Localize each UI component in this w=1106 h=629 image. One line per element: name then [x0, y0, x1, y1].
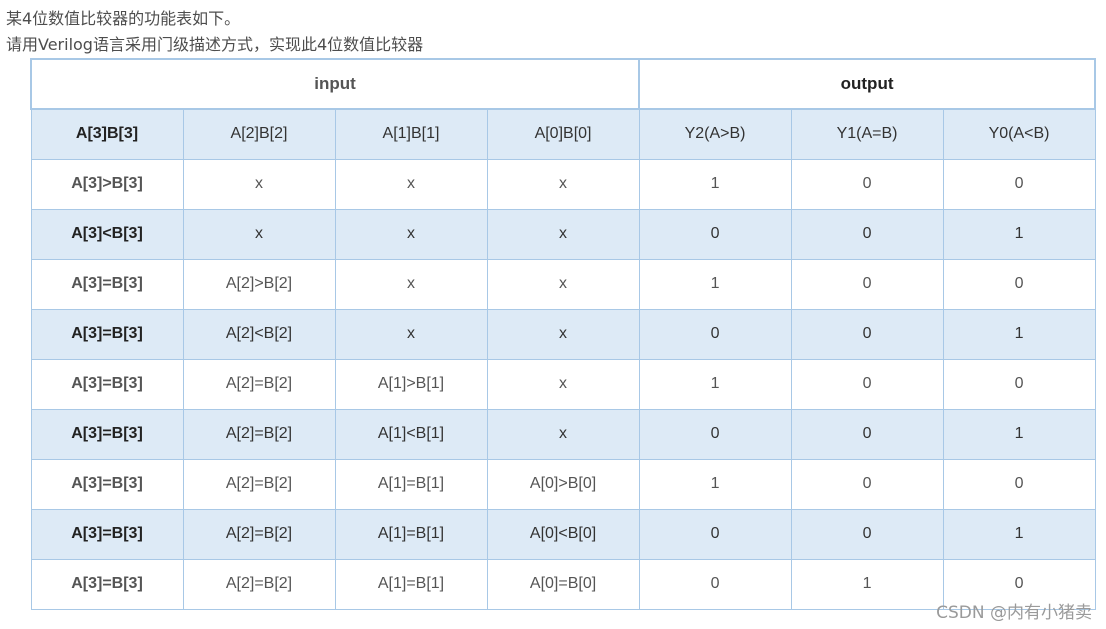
table-cell: x	[334, 308, 488, 360]
table-cell: A[2]=B[2]	[182, 558, 336, 610]
table-cell: A[1]<B[1]	[334, 408, 488, 460]
column-header: A[1]B[1]	[334, 108, 488, 160]
table-cell: A[2]=B[2]	[182, 408, 336, 460]
intro-line-2: 请用Verilog语言采用门级描述方式，实现此4位数值比较器	[6, 35, 424, 54]
table-cell: A[3]=B[3]	[30, 558, 184, 610]
table-cell: A[3]=B[3]	[30, 308, 184, 360]
table-cell: 0	[942, 458, 1096, 510]
table-cell: 0	[942, 258, 1096, 310]
table-cell: 1	[638, 158, 792, 210]
table-cell: x	[486, 208, 640, 260]
column-header: Y0(A<B)	[942, 108, 1096, 160]
table-cell: 0	[790, 208, 944, 260]
table-cell: A[2]=B[2]	[182, 458, 336, 510]
table-cell: 1	[638, 358, 792, 410]
table-cell: A[2]=B[2]	[182, 358, 336, 410]
column-header: Y1(A=B)	[790, 108, 944, 160]
table-cell: 0	[790, 458, 944, 510]
table-row: A[3]=B[3] A[2]=B[2] A[1]>B[1] x 1 0 0	[30, 358, 1096, 410]
table-cell: 0	[638, 558, 792, 610]
table-row: A[3]=B[3] A[2]=B[2] A[1]=B[1] A[0]<B[0] 0 0 1	[30, 508, 1096, 560]
table-cell: A[0]<B[0]	[486, 508, 640, 560]
table-cell: A[2]<B[2]	[182, 308, 336, 360]
column-header-row: A[3]B[3] A[2]B[2] A[1]B[1] A[0]B[0] Y2(A…	[30, 108, 1096, 160]
table-cell: 1	[942, 508, 1096, 560]
intro-text: 某4位数值比较器的功能表如下。 请用Verilog语言采用门级描述方式，实现此4…	[6, 6, 423, 58]
table-row: A[3]>B[3] x x x 1 0 0	[30, 158, 1096, 210]
table-cell: x	[334, 208, 488, 260]
table-row: A[3]=B[3] A[2]=B[2] A[1]<B[1] x 0 0 1	[30, 408, 1096, 460]
table-cell: A[3]=B[3]	[30, 408, 184, 460]
table-cell: A[1]=B[1]	[334, 458, 488, 510]
table-cell: A[3]=B[3]	[30, 508, 184, 560]
table-row: A[3]=B[3] A[2]>B[2] x x 1 0 0	[30, 258, 1096, 310]
table-cell: 0	[790, 158, 944, 210]
table-cell: 0	[638, 208, 792, 260]
table-cell: 1	[942, 308, 1096, 360]
table-cell: 0	[942, 158, 1096, 210]
table-cell: A[1]=B[1]	[334, 558, 488, 610]
table-cell: 0	[790, 358, 944, 410]
table-cell: 0	[942, 358, 1096, 410]
table-cell: x	[334, 258, 488, 310]
table-cell: 0	[638, 408, 792, 460]
table-row: A[3]=B[3] A[2]=B[2] A[1]=B[1] A[0]>B[0] 1 0 0	[30, 458, 1096, 510]
table-cell: 1	[638, 258, 792, 310]
table-cell: A[3]=B[3]	[30, 258, 184, 310]
table-cell: 0	[790, 408, 944, 460]
table-cell: 0	[638, 508, 792, 560]
group-header-row: input output	[29, 58, 1097, 110]
table-cell: A[3]<B[3]	[30, 208, 184, 260]
table-cell: x	[182, 158, 336, 210]
table-cell: 0	[790, 508, 944, 560]
table-cell: x	[334, 158, 488, 210]
table-cell: x	[486, 258, 640, 310]
table-cell: 0	[790, 258, 944, 310]
input-group-header: input	[29, 58, 641, 110]
column-header: A[2]B[2]	[182, 108, 336, 160]
table-cell: 1	[638, 458, 792, 510]
table-cell: x	[182, 208, 336, 260]
table-row: A[3]=B[3] A[2]<B[2] x x 0 0 1	[30, 308, 1096, 360]
column-header: A[0]B[0]	[486, 108, 640, 160]
table-row: A[3]<B[3] x x x 0 0 1	[30, 208, 1096, 260]
table-cell: 0	[790, 308, 944, 360]
table-cell: 1	[942, 208, 1096, 260]
table-cell: A[2]>B[2]	[182, 258, 336, 310]
table-cell: 1	[790, 558, 944, 610]
table-cell: A[0]=B[0]	[486, 558, 640, 610]
column-header: A[3]B[3]	[30, 108, 184, 160]
truth-table: input output A[3]B[3] A[2]B[2] A[1]B[1] …	[29, 58, 1097, 610]
table-cell: x	[486, 158, 640, 210]
table-cell: x	[486, 408, 640, 460]
output-group-header: output	[638, 58, 1097, 110]
table-cell: A[1]>B[1]	[334, 358, 488, 410]
table-cell: x	[486, 308, 640, 360]
table-cell: 0	[638, 308, 792, 360]
table-cell: A[2]=B[2]	[182, 508, 336, 560]
table-cell: x	[486, 358, 640, 410]
table-cell: 1	[942, 408, 1096, 460]
table-cell: A[3]=B[3]	[30, 358, 184, 410]
table-cell: A[3]>B[3]	[30, 158, 184, 210]
column-header: Y2(A>B)	[638, 108, 792, 160]
table-cell: A[1]=B[1]	[334, 508, 488, 560]
table-cell: A[0]>B[0]	[486, 458, 640, 510]
table-cell: A[3]=B[3]	[30, 458, 184, 510]
watermark-text: CSDN @内有小猪卖	[936, 603, 1092, 623]
intro-line-1: 某4位数值比较器的功能表如下。	[6, 9, 241, 28]
